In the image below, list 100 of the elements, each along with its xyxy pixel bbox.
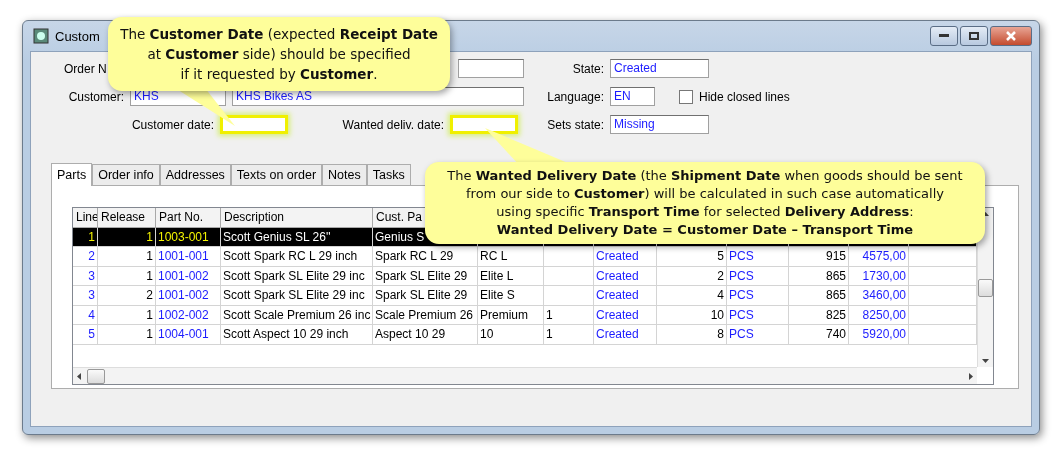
table-cell [909, 325, 977, 345]
table-cell: 1 [98, 266, 156, 286]
tab[interactable]: Parts [51, 163, 93, 186]
table-cell [544, 266, 594, 286]
field-label: Customer: [67, 89, 124, 104]
table-cell: 2 [98, 286, 156, 306]
scroll-left-icon[interactable] [77, 372, 81, 380]
tab[interactable]: Addresses [159, 164, 231, 185]
scroll-thumb[interactable] [87, 368, 105, 384]
table-cell: 5 [73, 325, 98, 345]
table-cell: 740 [789, 325, 849, 345]
table-cell: Elite S [478, 286, 544, 306]
table-cell: 1 [544, 305, 594, 325]
field-label: State: [571, 61, 604, 76]
table-cell: 4575,00 [849, 247, 909, 267]
table-cell: Spark RC L 29 [373, 247, 478, 267]
column-header: Release [98, 208, 156, 228]
field-label: Customer date: [130, 117, 214, 132]
table-cell: Created [594, 286, 657, 306]
maximize-icon [969, 32, 979, 40]
table-cell: 5 [657, 247, 727, 267]
table-cell: RC L [478, 247, 544, 267]
table-cell: Spark SL Elite 29 [373, 286, 478, 306]
table-cell: 10 [478, 325, 544, 345]
checkbox-label: Hide closed lines [699, 89, 790, 104]
table-cell: 1 [98, 227, 156, 247]
scroll-thumb[interactable] [978, 278, 993, 297]
table-cell: PCS [727, 247, 789, 267]
table-cell: 1004-001 [156, 325, 221, 345]
customer-date-field[interactable] [220, 115, 288, 134]
table-cell [909, 305, 977, 325]
field-label: Sets state: [546, 117, 604, 132]
field-label: Order N [64, 61, 108, 76]
horizontal-scrollbar[interactable] [73, 367, 977, 384]
table-cell: 865 [789, 286, 849, 306]
table-cell [544, 286, 594, 306]
window-title: Custom [55, 28, 100, 44]
language-field[interactable]: EN [610, 87, 655, 106]
table-cell: Scott Aspect 10 29 inch [221, 325, 373, 345]
table-cell [909, 286, 977, 306]
state-field[interactable]: Created [610, 59, 709, 78]
table-cell: Created [594, 247, 657, 267]
table-cell: Scott Spark SL Elite 29 inc [221, 286, 373, 306]
table-cell: 10 [657, 305, 727, 325]
table-cell: 4 [657, 286, 727, 306]
table-cell: 1001-002 [156, 266, 221, 286]
table-cell: 5920,00 [849, 325, 909, 345]
table-cell: 1 [544, 325, 594, 345]
table-cell: Premium [478, 305, 544, 325]
table-cell: 915 [789, 247, 849, 267]
minimize-button[interactable] [930, 26, 958, 46]
table-cell: Scott Spark RC L 29 inch [221, 247, 373, 267]
tab[interactable]: Order info [92, 164, 160, 185]
table-cell: 1 [98, 325, 156, 345]
table-cell: PCS [727, 305, 789, 325]
table-cell: Elite L [478, 266, 544, 286]
table-cell: 1 [98, 247, 156, 267]
sets-state-field[interactable]: Missing [610, 115, 709, 134]
field-label: Language: [546, 89, 604, 104]
table-cell: 1003-001 [156, 227, 221, 247]
table-cell [909, 266, 977, 286]
maximize-button[interactable] [960, 26, 988, 46]
table-cell: Created [594, 325, 657, 345]
field-label: Wanted deliv. date: [341, 117, 444, 132]
order-number-field[interactable] [458, 59, 524, 78]
tab[interactable]: Notes [322, 164, 367, 185]
table-cell: PCS [727, 266, 789, 286]
tooltip-text: The Customer Date (expected Receipt Date at Customer side) should be specified if it requested by Customer. [119, 25, 439, 84]
vertical-scrollbar[interactable] [977, 208, 993, 367]
table-cell: 8 [657, 325, 727, 345]
close-button[interactable] [990, 26, 1032, 46]
table-cell: 865 [789, 266, 849, 286]
wanted-date-field[interactable] [450, 115, 518, 134]
table-cell: 1001-002 [156, 286, 221, 306]
column-header: Part No. [156, 208, 221, 228]
table-cell: 1730,00 [849, 266, 909, 286]
scroll-right-icon[interactable] [969, 372, 973, 380]
table-cell: Created [594, 305, 657, 325]
minimize-icon [939, 34, 949, 38]
table-cell: PCS [727, 286, 789, 306]
tab[interactable]: Tasks [366, 164, 411, 185]
scroll-down-icon[interactable] [982, 359, 989, 363]
checkbox[interactable] [679, 89, 693, 104]
close-icon [1005, 31, 1017, 41]
app-icon [33, 28, 49, 44]
table-cell [909, 247, 977, 267]
table-cell: 1001-001 [156, 247, 221, 267]
table-cell: PCS [727, 325, 789, 345]
table-cell: Spark SL Elite 29 [373, 266, 478, 286]
table-cell: 8250,00 [849, 305, 909, 325]
table-cell: Created [594, 266, 657, 286]
table-cell: Scott Genius SL 26'' [221, 227, 373, 247]
table-cell: 3460,00 [849, 286, 909, 306]
table-cell: 2 [657, 266, 727, 286]
table-cell: Scott Spark SL Elite 29 inc [221, 266, 373, 286]
table-cell: 3 [73, 286, 98, 306]
table-cell [544, 247, 594, 267]
table-cell: 1 [98, 305, 156, 325]
tab[interactable]: Texts on order [230, 164, 323, 185]
table-cell: 825 [789, 305, 849, 325]
